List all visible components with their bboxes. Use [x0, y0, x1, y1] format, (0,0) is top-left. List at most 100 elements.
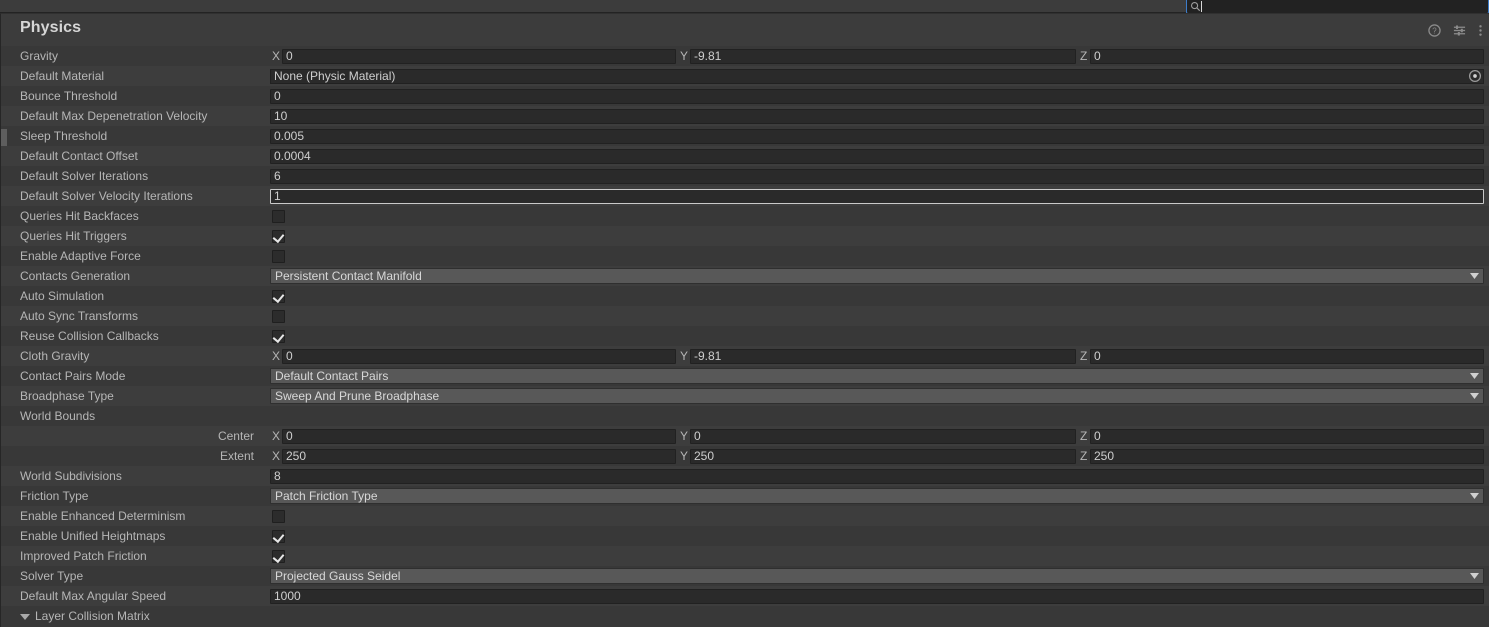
- dropdown-value: Projected Gauss Seidel: [275, 569, 401, 583]
- row-label: Default Solver Velocity Iterations: [20, 189, 193, 203]
- row-label: Contact Pairs Mode: [20, 369, 126, 383]
- field-sleep-threshold[interactable]: 0.005: [270, 128, 1484, 144]
- row-control: 8: [270, 466, 1484, 486]
- field-gravity-z[interactable]: 0: [1090, 48, 1484, 64]
- field-world-bounds-extent-y[interactable]: 250: [690, 448, 1076, 464]
- field-world-bounds-center-z[interactable]: 0: [1090, 428, 1484, 444]
- row-label: Extent: [219, 449, 254, 463]
- checkbox-queries-hit-backfaces[interactable]: [272, 209, 285, 223]
- row-control: Default Contact Pairs: [270, 366, 1484, 386]
- row-label: Auto Simulation: [20, 289, 105, 303]
- row-label: Queries Hit Backfaces: [20, 209, 139, 223]
- field-default-max-angular-speed[interactable]: 1000: [270, 588, 1484, 604]
- field-world-subdivisions[interactable]: 8: [270, 468, 1484, 484]
- settings-row-default-max-angular-speed: Default Max Angular Speed 1000: [1, 586, 1489, 606]
- row-control: 0.0004: [270, 146, 1484, 166]
- search-input[interactable]: [1201, 0, 1485, 13]
- dropdown-contact-pairs-mode[interactable]: Default Contact Pairs: [270, 368, 1484, 384]
- row-label: World Subdivisions: [20, 469, 122, 483]
- row-control: 10: [270, 106, 1484, 126]
- checkbox-auto-simulation[interactable]: [272, 289, 285, 303]
- field-gravity-y[interactable]: -9.81: [690, 48, 1076, 64]
- field-world-bounds-extent-x[interactable]: 250: [282, 448, 676, 464]
- row-control: X0Y0Z0: [270, 426, 1484, 446]
- field-default-contact-offset[interactable]: 0.0004: [270, 148, 1484, 164]
- axis-label-z: Z: [1080, 449, 1088, 463]
- settings-row-cloth-gravity: Cloth Gravity X 0 Y -9.81 Z 0: [1, 346, 1489, 366]
- row-label: Friction Type: [20, 489, 89, 503]
- field-cloth-gravity-z[interactable]: 0: [1090, 348, 1484, 364]
- field-default-solver-velocity-iterations[interactable]: 1: [270, 188, 1484, 204]
- settings-row-enable-adaptive-force: Enable Adaptive Force: [1, 246, 1489, 266]
- row-label: Broadphase Type: [20, 389, 114, 403]
- row-label: Layer Collision Matrix: [35, 609, 150, 623]
- settings-row-default-contact-offset: Default Contact Offset 0.0004: [1, 146, 1489, 166]
- preset-icon[interactable]: [1453, 24, 1466, 37]
- checkbox-enable-enhanced-determinism[interactable]: [272, 509, 285, 523]
- checkbox-enable-unified-heightmaps[interactable]: [272, 529, 285, 543]
- object-field-default-material[interactable]: None (Physic Material): [270, 68, 1484, 84]
- row-control: [270, 546, 1484, 566]
- settings-row-improved-patch-friction: Improved Patch Friction: [1, 546, 1489, 566]
- kebab-menu-icon[interactable]: [1478, 24, 1483, 37]
- row-label: Default Max Angular Speed: [20, 589, 167, 603]
- field-default-solver-iterations[interactable]: 6: [270, 168, 1484, 184]
- row-control: [270, 206, 1484, 226]
- row-label: Default Material: [20, 69, 105, 83]
- row-control: [270, 226, 1484, 246]
- row-label: Reuse Collision Callbacks: [20, 329, 159, 343]
- axis-label-z: Z: [1080, 429, 1088, 443]
- settings-row-bounce-threshold: Bounce Threshold 0: [1, 86, 1489, 106]
- field-gravity-x[interactable]: 0: [282, 48, 676, 64]
- field-world-bounds-center-x[interactable]: 0: [282, 428, 676, 444]
- row-control: 1: [270, 186, 1484, 206]
- row-label: Auto Sync Transforms: [20, 309, 139, 323]
- row-control: X 250 Y 250 Z 250: [270, 446, 1484, 466]
- row-control: 0: [270, 86, 1484, 106]
- settings-row-gravity: Gravity X 0 Y -9.81 Z 0: [1, 46, 1489, 66]
- checkbox-auto-sync-transforms[interactable]: [272, 309, 285, 323]
- settings-row-list: Gravity X 0 Y -9.81 Z 0 Default Material None (P…: [1, 46, 1489, 626]
- settings-row-world-bounds-extent: Extent X 250 Y 250 Z 250: [1, 446, 1489, 466]
- dropdown-contacts-generation[interactable]: Persistent Contact Manifold: [270, 268, 1484, 284]
- dropdown-value: Persistent Contact Manifold: [275, 269, 422, 283]
- field-default-max-depenetration-velocity[interactable]: 10: [270, 108, 1484, 124]
- object-select-icon[interactable]: [1468, 69, 1482, 83]
- checkbox-improved-patch-friction[interactable]: [272, 549, 285, 563]
- row-control: X 0 Y -9.81 Z 0: [270, 346, 1484, 366]
- field-bounce-threshold[interactable]: 0: [270, 88, 1484, 104]
- physics-settings-panel: Physics ? Gravity X 0 Y -9.81 Z 0 Defaul…: [0, 13, 1489, 627]
- foldout-layer-collision-matrix[interactable]: Layer Collision Matrix: [20, 609, 150, 623]
- row-label: Default Max Depenetration Velocity: [20, 109, 208, 123]
- chevron-down-icon: [1470, 373, 1479, 379]
- row-control: Projected Gauss Seidel: [270, 566, 1484, 586]
- search-field[interactable]: [1186, 0, 1489, 14]
- field-cloth-gravity-x[interactable]: 0: [282, 348, 676, 364]
- search-text-caret: [1201, 1, 1202, 12]
- row-label: World Bounds: [20, 409, 96, 423]
- row-control: [270, 306, 1484, 326]
- chevron-down-icon: [1470, 393, 1479, 399]
- checkbox-reuse-collision-callbacks[interactable]: [272, 329, 285, 343]
- axis-label-z: Z: [1080, 349, 1088, 363]
- field-world-bounds-extent-z[interactable]: 250: [1090, 448, 1484, 464]
- checkbox-enable-adaptive-force[interactable]: [272, 249, 285, 263]
- row-control: Sweep And Prune Broadphase: [270, 386, 1484, 406]
- chevron-down-icon: [1470, 273, 1479, 279]
- axis-label-x: X: [272, 429, 281, 443]
- checkbox-queries-hit-triggers[interactable]: [272, 229, 285, 243]
- field-world-bounds-center-y[interactable]: 0: [690, 428, 1076, 444]
- row-control: [270, 526, 1484, 546]
- row-label: Improved Patch Friction: [20, 549, 147, 563]
- dropdown-friction-type[interactable]: Patch Friction Type: [270, 488, 1484, 504]
- settings-row-friction-type: Friction Type Patch Friction Type: [1, 486, 1489, 506]
- settings-row-enable-unified-heightmaps: Enable Unified Heightmaps: [1, 526, 1489, 546]
- dropdown-solver-type[interactable]: Projected Gauss Seidel: [270, 568, 1484, 584]
- help-icon[interactable]: ?: [1428, 24, 1441, 37]
- field-cloth-gravity-y[interactable]: -9.81: [690, 348, 1076, 364]
- row-label: Default Solver Iterations: [20, 169, 149, 183]
- row-control: 1000: [270, 586, 1484, 606]
- dropdown-broadphase-type[interactable]: Sweep And Prune Broadphase: [270, 388, 1484, 404]
- axis-label-y: Y: [680, 449, 689, 463]
- axis-label-x: X: [272, 449, 281, 463]
